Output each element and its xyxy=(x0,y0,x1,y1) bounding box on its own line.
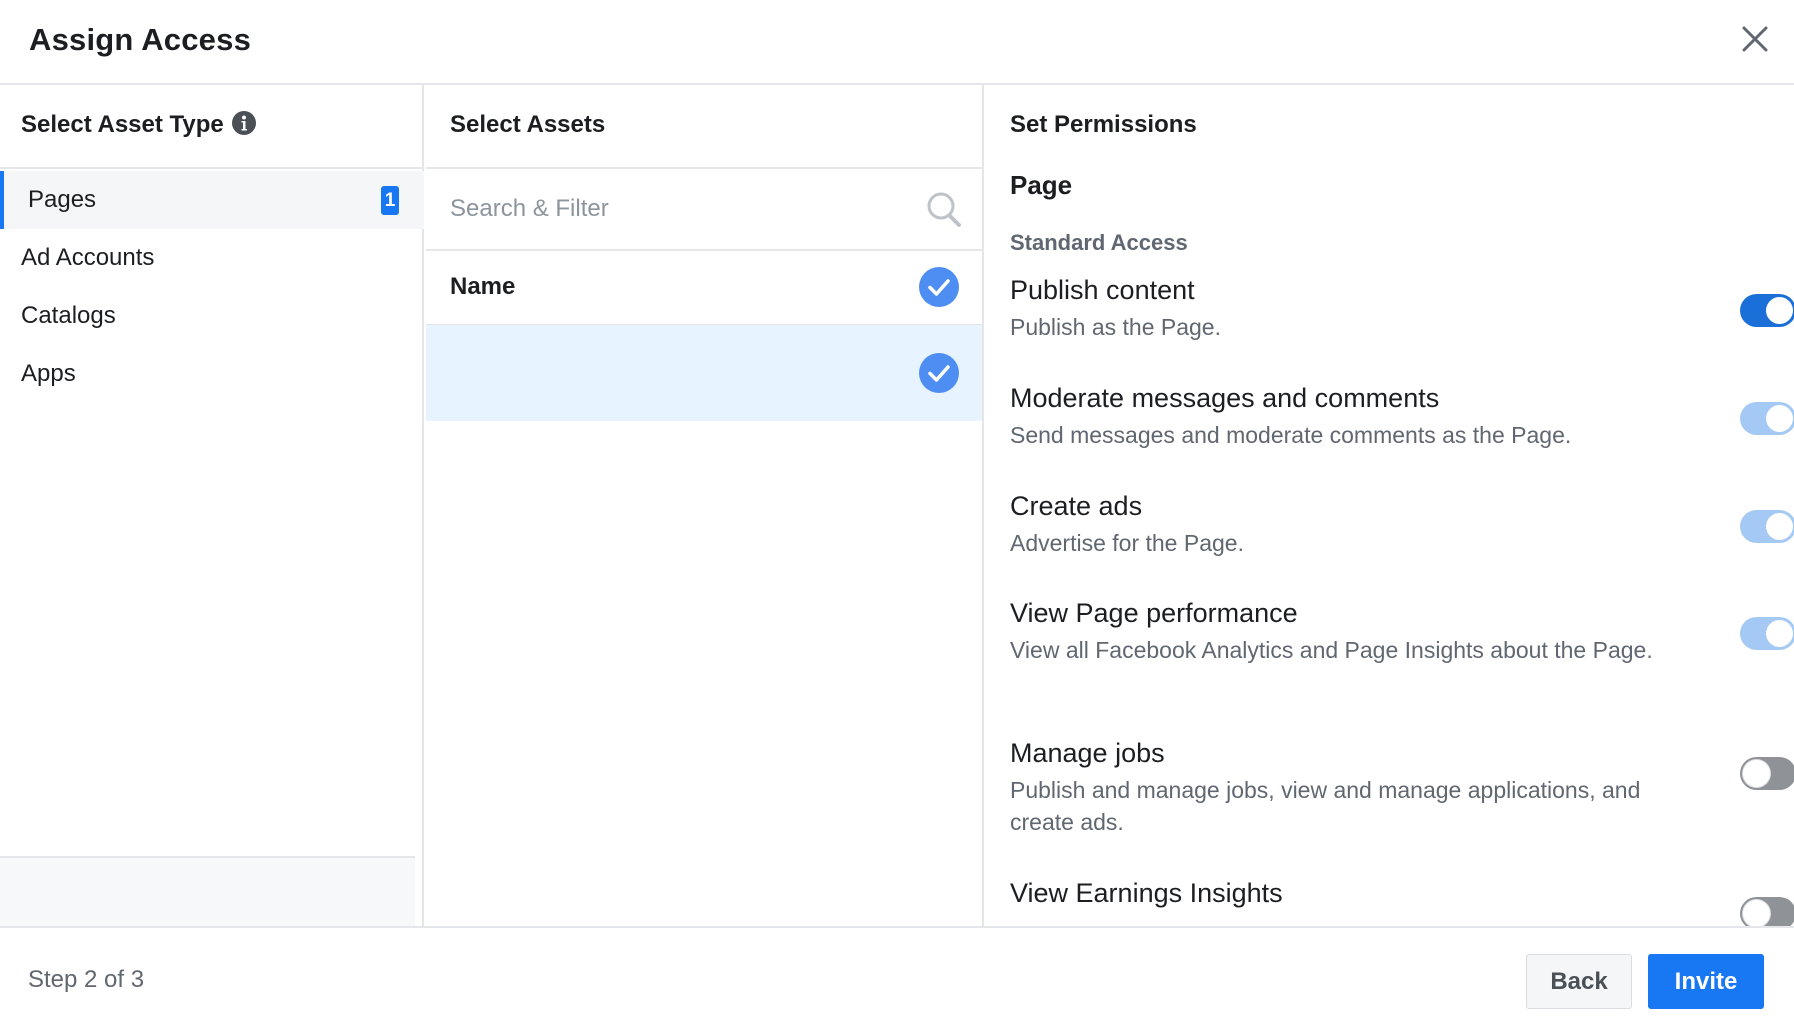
dialog-body: Select Asset Type Pages 1 Ad Accounts Ca… xyxy=(0,85,1794,926)
asset-type-heading: Select Asset Type xyxy=(21,111,256,139)
close-icon xyxy=(1742,26,1768,52)
set-permissions-heading: Set Permissions xyxy=(1010,111,1197,138)
moderate-messages-toggle[interactable] xyxy=(1740,402,1794,435)
permission-asset-type: Page xyxy=(1010,170,1073,200)
publish-content-toggle[interactable] xyxy=(1740,294,1794,327)
manage-jobs-toggle[interactable] xyxy=(1740,757,1794,790)
permission-moderate-messages: Moderate messages and comments Send mess… xyxy=(1010,381,1794,451)
select-assets-column: Select Assets Name xyxy=(426,85,984,926)
checkmark-circle-icon xyxy=(919,353,959,393)
search-icon[interactable] xyxy=(926,191,962,229)
select-assets-heading: Select Assets xyxy=(450,111,606,138)
set-permissions-column: Set Permissions Page Standard Access Pub… xyxy=(986,85,1794,926)
permission-view-page-performance: View Page performance View all Facebook … xyxy=(1010,596,1794,666)
asset-row-checkbox[interactable] xyxy=(919,353,959,393)
info-icon[interactable] xyxy=(231,111,256,135)
asset-type-pages[interactable]: Pages 1 xyxy=(0,171,424,229)
asset-type-footer-area xyxy=(0,856,415,926)
asset-type-header: Select Asset Type xyxy=(0,85,422,169)
close-button[interactable] xyxy=(1738,22,1772,56)
dialog-header: Assign Access xyxy=(0,0,1794,85)
search-row xyxy=(426,169,982,251)
permission-publish-content: Publish content Publish as the Page. xyxy=(1010,273,1794,343)
permission-manage-jobs: Manage jobs Publish and manage jobs, vie… xyxy=(1010,736,1794,838)
asset-row[interactable] xyxy=(426,325,982,421)
permission-view-earnings-insights: View Earnings Insights xyxy=(1010,876,1794,926)
back-button[interactable]: Back xyxy=(1526,954,1632,1009)
selected-count-badge: 1 xyxy=(381,186,399,215)
step-indicator: Step 2 of 3 xyxy=(28,966,145,993)
dialog-title: Assign Access xyxy=(29,22,252,57)
select-all-checkbox[interactable] xyxy=(919,267,959,307)
asset-type-column: Select Asset Type Pages 1 Ad Accounts Ca… xyxy=(0,85,424,926)
view-page-performance-toggle[interactable] xyxy=(1740,617,1794,650)
search-input[interactable] xyxy=(450,191,890,227)
view-earnings-insights-toggle[interactable] xyxy=(1740,897,1794,926)
asset-type-apps[interactable]: Apps xyxy=(0,345,424,403)
invite-button[interactable]: Invite xyxy=(1648,954,1764,1009)
name-header-row: Name xyxy=(426,251,982,325)
permission-create-ads: Create ads Advertise for the Page. xyxy=(1010,489,1794,559)
checkmark-circle-icon xyxy=(919,267,959,307)
dialog-footer: Step 2 of 3 Back Invite xyxy=(0,926,1794,1030)
asset-type-catalogs[interactable]: Catalogs xyxy=(0,287,424,345)
select-assets-header: Select Assets xyxy=(426,85,982,169)
permission-section-label: Standard Access xyxy=(1010,230,1188,255)
create-ads-toggle[interactable] xyxy=(1740,510,1794,543)
name-column-header: Name xyxy=(450,273,516,300)
asset-type-ad-accounts[interactable]: Ad Accounts xyxy=(0,229,424,287)
